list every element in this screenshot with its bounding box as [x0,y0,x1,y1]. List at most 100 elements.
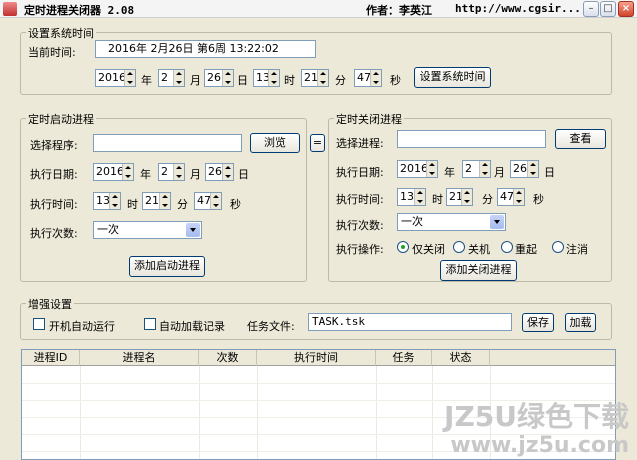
start-month-spinner[interactable]: 2 [158,163,185,181]
website-url[interactable]: http://www.cgsir... [455,2,581,15]
set-system-time-button[interactable]: 设置系统时间 [414,67,491,88]
system-day-spinner[interactable]: 26 [204,69,234,87]
start-minute-spinner[interactable]: 21 [142,192,171,210]
column-header-exec-time[interactable]: 执行时间 [257,350,376,366]
column-header-process-name[interactable]: 进程名 [80,350,199,366]
save-button[interactable]: 保存 [522,313,554,332]
action-shutdown-radio[interactable] [453,241,465,253]
month-unit: 月 [190,168,201,181]
maximize-button[interactable]: □ [600,1,616,17]
column-header-count[interactable]: 次数 [199,350,257,366]
start-times-label: 执行次数: [30,227,78,240]
close-month-spinner[interactable]: 2 [462,160,491,178]
action-close-only-label: 仅关闭 [412,243,445,256]
close-hour-spinner[interactable]: 13 [397,188,426,206]
select-process-label: 选择进程: [336,137,384,150]
spinner-arrows-icon[interactable] [370,70,381,86]
close-day-spinner[interactable]: 26 [510,160,539,178]
system-month-spinner[interactable]: 2 [158,69,185,87]
spinner-arrows-icon[interactable] [124,70,135,86]
action-restart-label: 重起 [515,243,537,256]
spinner-arrows-icon[interactable] [159,193,170,209]
spinner-arrows-icon[interactable] [173,164,184,180]
close-minute-spinner[interactable]: 21 [446,188,473,206]
process-name-input[interactable] [397,130,546,148]
system-second-spinner[interactable]: 47 [354,69,382,87]
spinner-arrows-icon[interactable] [268,70,279,86]
day-unit: 日 [544,166,555,179]
close-process-group-label: 定时关闭进程 [334,111,404,127]
autoload-label: 自动加载记录 [159,320,225,333]
enhanced-settings-group-label: 增强设置 [26,296,74,312]
spinner-arrows-icon[interactable] [426,161,437,177]
close-second-spinner[interactable]: 47 [497,188,525,206]
equals-button[interactable]: = [310,134,325,152]
close-year-spinner[interactable]: 2016 [397,160,438,178]
action-restart-radio[interactable] [501,241,513,253]
start-day-value: 26 [208,165,222,178]
second-unit: 秒 [533,193,544,206]
system-minute-value: 21 [304,71,318,84]
system-hour-spinner[interactable]: 13 [253,69,280,87]
browse-button[interactable]: 浏览 [250,133,300,153]
start-process-group-label: 定时启动进程 [26,111,96,127]
action-label: 执行操作: [336,243,384,256]
add-start-process-button[interactable]: 添加启动进程 [129,256,205,277]
close-month-value: 2 [465,162,472,175]
start-day-spinner[interactable]: 26 [205,163,234,181]
hour-unit: 时 [432,193,443,206]
close-times-select[interactable]: 一次 [397,213,506,231]
minute-unit: 分 [335,74,346,87]
spinner-arrows-icon[interactable] [173,70,184,86]
close-button[interactable]: × [618,1,634,17]
spinner-arrows-icon[interactable] [222,70,233,86]
spinner-arrows-icon[interactable] [479,161,490,177]
action-close-only-radio[interactable] [397,241,409,253]
chevron-down-icon[interactable] [186,223,200,237]
second-unit: 秒 [230,198,241,211]
author-label: 作者：李英江 [366,4,432,17]
spinner-arrows-icon[interactable] [122,164,133,180]
select-program-label: 选择程序: [30,139,78,152]
start-minute-value: 21 [145,194,159,207]
spinner-arrows-icon[interactable] [527,161,538,177]
spinner-arrows-icon[interactable] [222,164,233,180]
minute-unit: 分 [482,193,493,206]
system-day-value: 26 [207,71,221,84]
system-minute-spinner[interactable]: 21 [301,69,329,87]
app-icon [3,2,17,16]
spinner-arrows-icon[interactable] [414,189,425,205]
year-unit: 年 [444,166,455,179]
start-year-spinner[interactable]: 2016 [93,163,134,181]
close-year-value: 2016 [400,162,428,175]
system-year-spinner[interactable]: 2016 [95,69,136,87]
table-header: 进程ID 进程名 次数 执行时间 任务 状态 [22,350,615,366]
chevron-down-icon[interactable] [490,215,504,229]
column-header-status[interactable]: 状态 [432,350,490,366]
action-logoff-radio[interactable] [552,241,564,253]
system-year-value: 2016 [98,71,126,84]
autoload-checkbox[interactable] [144,318,156,330]
task-file-input[interactable]: TASK.tsk [308,313,512,331]
start-times-select[interactable]: 一次 [93,221,202,239]
day-unit: 日 [238,168,249,181]
minimize-button[interactable]: – [583,1,599,17]
column-header-process-id[interactable]: 进程ID [22,350,80,366]
view-processes-button[interactable]: 查看 [555,129,606,149]
spinner-arrows-icon[interactable] [461,189,472,205]
add-close-process-button[interactable]: 添加关闭进程 [440,260,517,281]
load-button[interactable]: 加载 [565,313,596,332]
spinner-arrows-icon[interactable] [513,189,524,205]
spinner-arrows-icon[interactable] [210,193,221,209]
start-hour-spinner[interactable]: 13 [93,192,121,210]
column-divider [257,366,258,459]
system-second-value: 47 [357,71,371,84]
column-header-task[interactable]: 任务 [376,350,432,366]
column-divider [376,366,377,459]
autorun-checkbox[interactable] [33,318,45,330]
spinner-arrows-icon[interactable] [109,193,120,209]
title-bar: 定时进程关闭器 2.08 作者：李英江 http://www.cgsir... … [0,0,637,18]
start-second-spinner[interactable]: 47 [194,192,222,210]
program-path-input[interactable] [93,134,242,152]
spinner-arrows-icon[interactable] [317,70,328,86]
